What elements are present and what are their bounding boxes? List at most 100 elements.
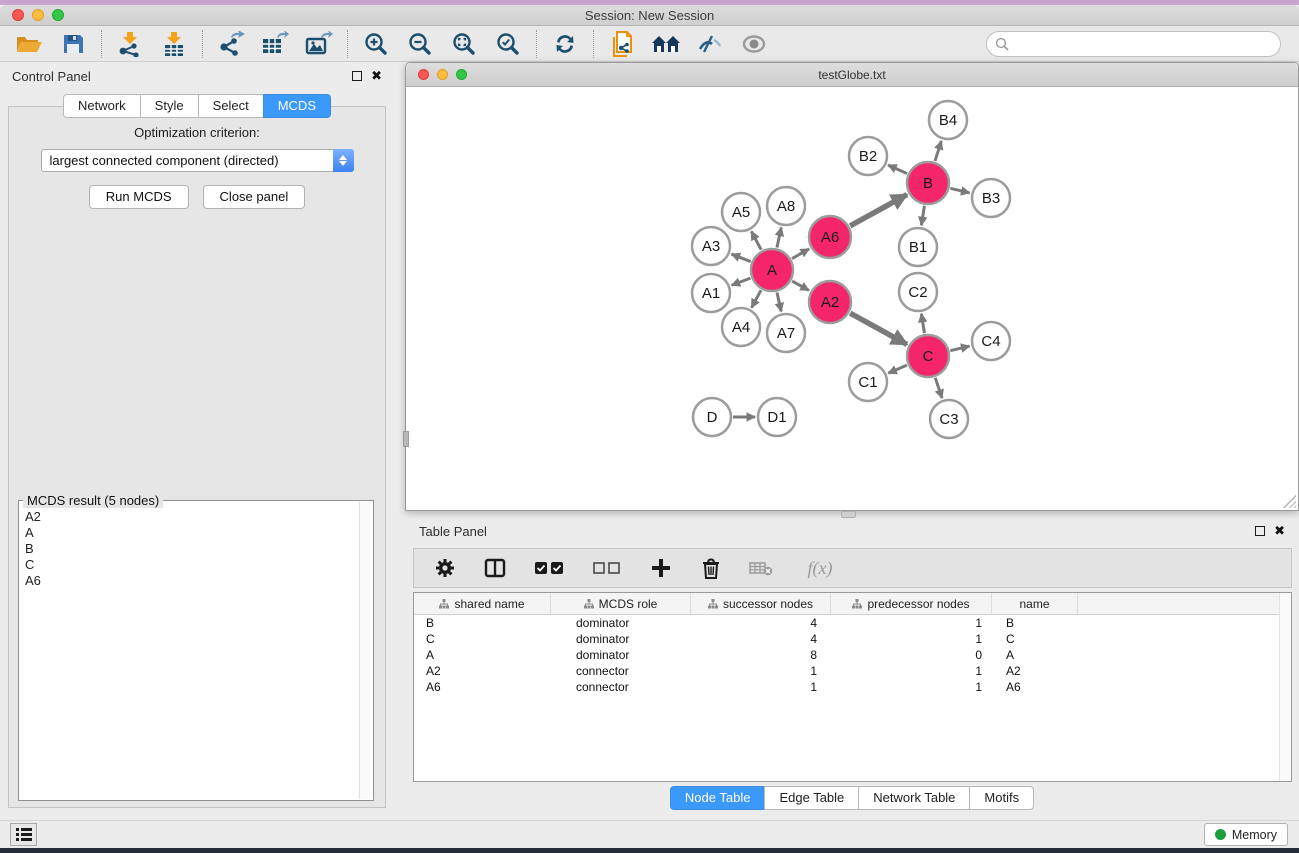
mcds-result-item[interactable]: B xyxy=(23,541,357,557)
graph-node-A1[interactable]: A1 xyxy=(692,274,730,312)
network-canvas[interactable]: B4B2BB3A5A8A6A3B1AA1C2A2A4A7C4CC1C3DD1 xyxy=(407,88,1297,509)
graph-edge-A-A5[interactable] xyxy=(751,231,761,249)
export-table-button[interactable] xyxy=(260,30,290,58)
delete-table-button[interactable] xyxy=(748,554,774,582)
toggle-graphics-details-button[interactable] xyxy=(695,30,725,58)
close-panel-icon[interactable]: ✖ xyxy=(371,71,382,81)
graph-edge-A2-C[interactable] xyxy=(850,313,907,344)
zoom-fit-button[interactable] xyxy=(449,30,479,58)
column-header-MCDS-role[interactable]: MCDS role xyxy=(551,593,691,614)
graph-edge-C-C2[interactable] xyxy=(921,314,924,334)
graph-node-B3[interactable]: B3 xyxy=(972,179,1010,217)
graph-edge-A-A1[interactable] xyxy=(732,278,751,285)
graph-edge-B-B3[interactable] xyxy=(950,188,969,193)
export-network-button[interactable] xyxy=(216,30,246,58)
home-button[interactable] xyxy=(651,30,681,58)
open-session-button[interactable] xyxy=(14,30,44,58)
graph-node-B2[interactable]: B2 xyxy=(849,137,887,175)
table-row[interactable]: Adominator80A xyxy=(414,647,1291,663)
graph-edge-B-B1[interactable] xyxy=(921,206,924,226)
tab-select[interactable]: Select xyxy=(198,94,263,118)
function-builder-button[interactable]: f(x) xyxy=(798,554,842,582)
refresh-layout-button[interactable] xyxy=(550,30,580,58)
search-input[interactable] xyxy=(986,31,1281,57)
graph-edge-A-A7[interactable] xyxy=(777,292,781,311)
panel-splitter-handle[interactable] xyxy=(841,511,856,518)
delete-column-button[interactable] xyxy=(698,554,724,582)
column-header-shared-name[interactable]: shared name xyxy=(414,593,551,614)
zoom-in-button[interactable] xyxy=(361,30,391,58)
window-resize-grip[interactable] xyxy=(1283,495,1296,508)
graph-edge-B-B4[interactable] xyxy=(935,141,941,161)
graph-node-B[interactable]: B xyxy=(907,162,949,204)
tab-motifs[interactable]: Motifs xyxy=(969,786,1034,810)
graph-node-A2[interactable]: A2 xyxy=(809,281,851,323)
close-table-panel-icon[interactable]: ✖ xyxy=(1274,526,1285,536)
window-side-handle[interactable] xyxy=(403,431,409,447)
import-network-button[interactable] xyxy=(115,30,145,58)
select-all-button[interactable] xyxy=(532,554,566,582)
result-list-scrollbar[interactable] xyxy=(359,502,372,799)
tab-mcds[interactable]: MCDS xyxy=(263,94,331,118)
tab-style[interactable]: Style xyxy=(140,94,198,118)
tab-edge-table[interactable]: Edge Table xyxy=(764,786,858,810)
graph-node-C1[interactable]: C1 xyxy=(849,363,887,401)
graph-edge-C-C3[interactable] xyxy=(935,378,942,398)
copy-network-button[interactable] xyxy=(607,30,637,58)
graph-edge-A-A8[interactable] xyxy=(777,227,781,247)
graph-edge-A-A3[interactable] xyxy=(731,254,750,262)
column-header-successor-nodes[interactable]: successor nodes xyxy=(691,593,831,614)
run-mcds-button[interactable]: Run MCDS xyxy=(89,185,189,209)
mcds-result-item[interactable]: A xyxy=(23,525,357,541)
task-history-button[interactable] xyxy=(10,823,37,846)
graph-node-B1[interactable]: B1 xyxy=(899,228,937,266)
mcds-result-item[interactable]: C xyxy=(23,557,357,573)
import-table-button[interactable] xyxy=(159,30,189,58)
tab-network[interactable]: Network xyxy=(63,94,140,118)
table-row[interactable]: A6connector11A6 xyxy=(414,679,1291,695)
table-settings-gear-button[interactable] xyxy=(432,554,458,582)
float-panel-icon[interactable] xyxy=(352,71,362,81)
graph-node-C2[interactable]: C2 xyxy=(899,273,937,311)
graph-node-A8[interactable]: A8 xyxy=(767,187,805,225)
graph-node-C4[interactable]: C4 xyxy=(972,322,1010,360)
column-header-predecessor-nodes[interactable]: predecessor nodes xyxy=(831,593,992,614)
graph-node-A6[interactable]: A6 xyxy=(809,216,851,258)
graph-node-C3[interactable]: C3 xyxy=(930,400,968,438)
column-header-name[interactable]: name xyxy=(992,593,1078,614)
table-row[interactable]: Cdominator41C xyxy=(414,631,1291,647)
graph-edge-A-A4[interactable] xyxy=(752,290,762,307)
float-table-panel-icon[interactable] xyxy=(1255,526,1265,536)
tab-node-table[interactable]: Node Table xyxy=(670,786,765,810)
graph-edge-A6-B[interactable] xyxy=(850,195,907,226)
table-row[interactable]: Bdominator41B xyxy=(414,615,1291,631)
show-hide-eye-button[interactable] xyxy=(739,30,769,58)
graph-node-A[interactable]: A xyxy=(751,249,793,291)
graph-edge-A-A2[interactable] xyxy=(792,281,809,290)
graph-edge-C-C4[interactable] xyxy=(950,346,969,351)
graph-node-D1[interactable]: D1 xyxy=(758,398,796,436)
zoom-out-button[interactable] xyxy=(405,30,435,58)
graph-edge-C-C1[interactable] xyxy=(888,365,907,373)
graph-node-A5[interactable]: A5 xyxy=(722,193,760,231)
save-session-button[interactable] xyxy=(58,30,88,58)
graph-edge-A-A6[interactable] xyxy=(792,249,809,259)
graph-node-B4[interactable]: B4 xyxy=(929,101,967,139)
mcds-result-item[interactable]: A2 xyxy=(23,509,357,525)
unselect-all-button[interactable] xyxy=(590,554,624,582)
memory-button[interactable]: Memory xyxy=(1204,823,1288,846)
graph-edge-B-B2[interactable] xyxy=(888,165,907,174)
export-image-button[interactable] xyxy=(304,30,334,58)
zoom-selected-button[interactable] xyxy=(493,30,523,58)
graph-node-A4[interactable]: A4 xyxy=(722,308,760,346)
table-row[interactable]: A2connector11A2 xyxy=(414,663,1291,679)
mcds-result-item[interactable]: A6 xyxy=(23,573,357,589)
show-columns-button[interactable] xyxy=(482,554,508,582)
graph-node-A7[interactable]: A7 xyxy=(767,314,805,352)
graph-node-D[interactable]: D xyxy=(693,398,731,436)
tab-network-table[interactable]: Network Table xyxy=(858,786,969,810)
close-panel-button[interactable]: Close panel xyxy=(203,185,306,209)
table-scrollbar[interactable] xyxy=(1279,593,1291,781)
add-column-button[interactable] xyxy=(648,554,674,582)
graph-node-C[interactable]: C xyxy=(907,335,949,377)
